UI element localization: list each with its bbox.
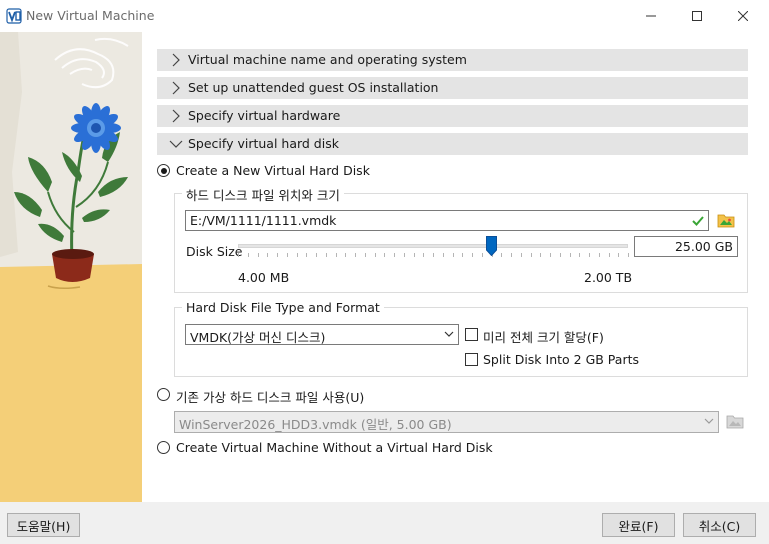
disk-size-slider-track[interactable]: [238, 244, 628, 248]
chevron-down-icon: [444, 331, 454, 337]
disk-size-input[interactable]: 25.00 GB: [634, 236, 738, 257]
slider-tick: [238, 253, 239, 257]
folder-image-icon[interactable]: [726, 412, 744, 430]
slider-tick: [462, 253, 463, 257]
cancel-button[interactable]: 취소(C): [683, 513, 756, 537]
slider-tick: [570, 253, 571, 257]
slider-tick: [404, 253, 405, 257]
slider-tick: [316, 253, 317, 257]
slider-tick: [258, 253, 259, 257]
chevron-right-icon: [172, 53, 180, 67]
split-disk-label[interactable]: Split Disk Into 2 GB Parts: [483, 352, 639, 367]
slider-tick: [589, 253, 590, 257]
slider-tick: [511, 253, 512, 257]
disk-size-label: Disk Size: [186, 244, 243, 259]
illustration-panel: [0, 32, 142, 502]
slider-tick: [375, 253, 376, 257]
chevron-down-icon: [169, 140, 183, 148]
chevron-down-icon: [704, 418, 714, 424]
section-name-os[interactable]: Virtual machine name and operating syste…: [157, 49, 748, 71]
close-button[interactable]: [720, 0, 766, 32]
minimize-icon: [646, 15, 656, 17]
disk-format-group-title: Hard Disk File Type and Format: [182, 300, 384, 315]
no-disk-radio[interactable]: [157, 441, 170, 454]
slider-tick: [560, 253, 561, 257]
chevron-right-icon: [172, 109, 180, 123]
maximize-icon: [692, 11, 702, 21]
slider-tick: [297, 253, 298, 257]
help-button[interactable]: 도움말(H): [7, 513, 80, 537]
slider-tick: [531, 253, 532, 257]
slider-tick: [414, 253, 415, 257]
disk-file-path-value: E:/VM/1111/1111.vmdk: [190, 213, 337, 228]
slider-tick: [482, 253, 483, 257]
slider-tick: [501, 253, 502, 257]
preallocate-checkbox[interactable]: [465, 328, 478, 341]
slider-tick: [394, 253, 395, 257]
slider-tick: [628, 253, 629, 257]
slider-tick: [267, 253, 268, 257]
potted-flower-illustration: [0, 32, 142, 502]
checkmark-icon: [692, 216, 704, 226]
slider-tick: [550, 253, 551, 257]
section-unattended-install[interactable]: Set up unattended guest OS installation: [157, 77, 748, 99]
existing-disk-value: WinServer2026_HDD3.vmdk (일반, 5.00 GB): [179, 417, 452, 432]
slider-tick: [277, 253, 278, 257]
slider-tick: [579, 253, 580, 257]
section-label: Specify virtual hardware: [188, 108, 341, 123]
slider-tick: [365, 253, 366, 257]
section-label: Virtual machine name and operating syste…: [188, 52, 467, 67]
disk-format-select[interactable]: VMDK(가상 머신 디스크): [185, 324, 459, 345]
chevron-right-icon: [172, 81, 180, 95]
slider-tick: [609, 253, 610, 257]
slider-tick: [618, 253, 619, 257]
split-disk-checkbox[interactable]: [465, 353, 478, 366]
folder-image-icon[interactable]: [717, 211, 735, 229]
finish-button[interactable]: 완료(F): [602, 513, 675, 537]
disk-file-path-input[interactable]: E:/VM/1111/1111.vmdk: [185, 210, 709, 231]
use-existing-disk-label[interactable]: 기존 가상 하드 디스크 파일 사용(U): [176, 387, 364, 406]
slider-tick: [453, 253, 454, 257]
maximize-button[interactable]: [674, 0, 720, 32]
slider-tick: [287, 253, 288, 257]
preallocate-label[interactable]: 미리 전체 크기 할당(F): [483, 327, 604, 346]
slider-tick: [326, 253, 327, 257]
section-label: Specify virtual hard disk: [188, 136, 339, 151]
existing-disk-select[interactable]: WinServer2026_HDD3.vmdk (일반, 5.00 GB): [174, 411, 719, 433]
slider-max-label: 2.00 TB: [584, 270, 633, 285]
slider-tick: [599, 253, 600, 257]
create-new-disk-radio[interactable]: [157, 164, 170, 177]
create-new-disk-label[interactable]: Create a New Virtual Hard Disk: [176, 163, 370, 178]
slider-tick: [336, 253, 337, 257]
disk-size-slider-thumb[interactable]: [486, 236, 497, 256]
disk-format-value: VMDK(가상 머신 디스크): [190, 330, 326, 345]
disk-size-value: 25.00 GB: [674, 239, 733, 254]
disk-location-group-title: 하드 디스크 파일 위치와 크기: [182, 185, 344, 204]
slider-tick: [423, 253, 424, 257]
slider-tick: [345, 253, 346, 257]
title-bar: New Virtual Machine: [0, 0, 769, 32]
no-disk-label[interactable]: Create Virtual Machine Without a Virtual…: [176, 440, 493, 455]
section-virtual-hard-disk[interactable]: Specify virtual hard disk: [157, 133, 748, 155]
slider-tick: [521, 253, 522, 257]
slider-tick: [433, 253, 434, 257]
slider-tick: [384, 253, 385, 257]
slider-tick: [355, 253, 356, 257]
window-title: New Virtual Machine: [26, 8, 155, 23]
use-existing-disk-radio[interactable]: [157, 388, 170, 401]
minimize-button[interactable]: [628, 0, 674, 32]
close-icon: [738, 11, 748, 21]
section-label: Set up unattended guest OS installation: [188, 80, 439, 95]
slider-tick: [306, 253, 307, 257]
vmware-workstation-icon: [6, 8, 22, 24]
slider-tick: [472, 253, 473, 257]
section-virtual-hardware[interactable]: Specify virtual hardware: [157, 105, 748, 127]
slider-tick: [540, 253, 541, 257]
slider-tick: [248, 253, 249, 257]
slider-tick: [443, 253, 444, 257]
slider-min-label: 4.00 MB: [238, 270, 290, 285]
